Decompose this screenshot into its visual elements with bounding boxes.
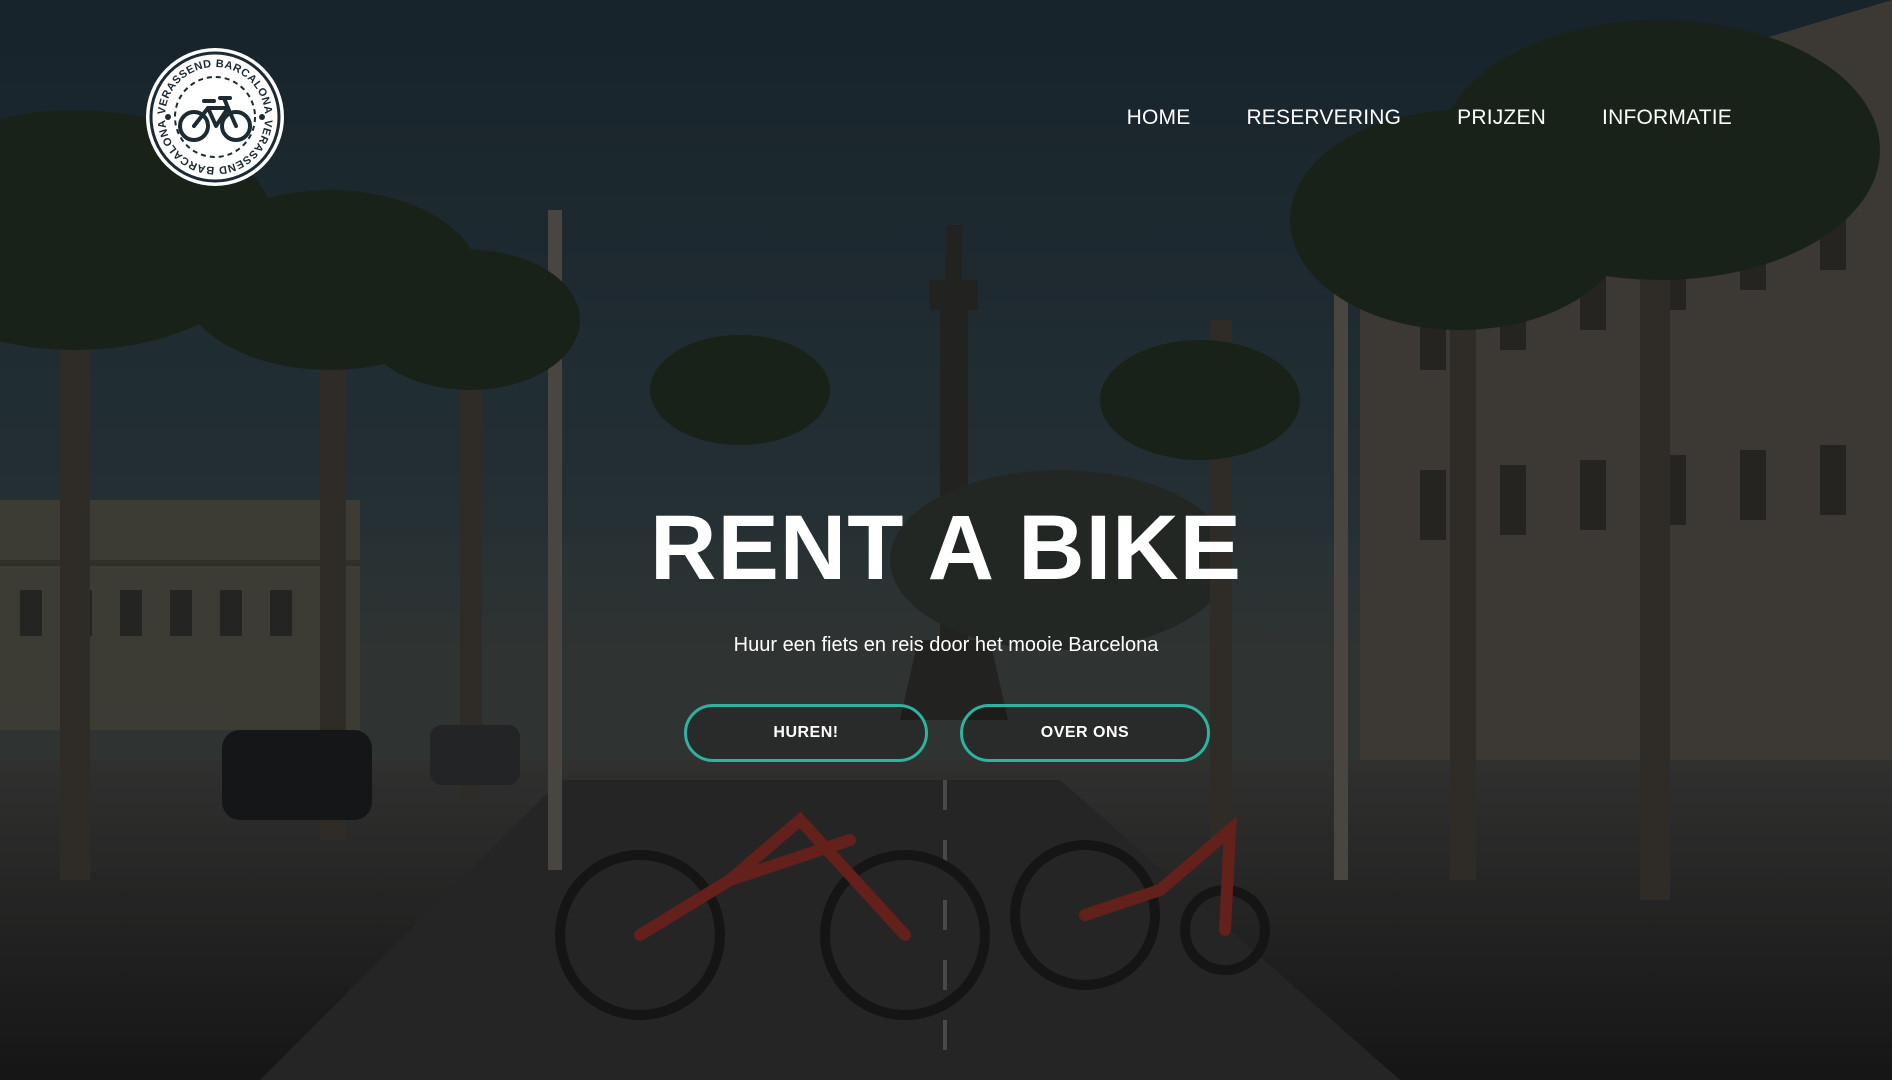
nav-item-informatie[interactable]: INFORMATIE xyxy=(1602,106,1732,130)
hero-content: RENT A BIKE Huur een fiets en reis door … xyxy=(0,488,1892,657)
hero-title: RENT A BIKE xyxy=(650,497,1242,599)
logo[interactable]: VERASSEND BARCALONA VERASSEND BARCALONA xyxy=(144,46,286,188)
hero-subtitle: Huur een fiets en reis door het mooie Ba… xyxy=(733,634,1159,656)
nav-item-prijzen[interactable]: PRIJZEN xyxy=(1457,106,1546,130)
nav-item-home[interactable]: HOME xyxy=(1127,106,1191,130)
nav-item-reservering[interactable]: RESERVERING xyxy=(1246,106,1401,130)
about-button[interactable]: OVER ONS xyxy=(960,704,1210,762)
rent-button[interactable]: HUREN! xyxy=(684,704,928,762)
hero-section: VERASSEND BARCALONA VERASSEND BARCALONA … xyxy=(0,0,1892,1080)
main-nav: HOME RESERVERING PRIJZEN INFORMATIE xyxy=(1127,106,1732,130)
hero-buttons: HUREN! OVER ONS xyxy=(684,704,1210,762)
